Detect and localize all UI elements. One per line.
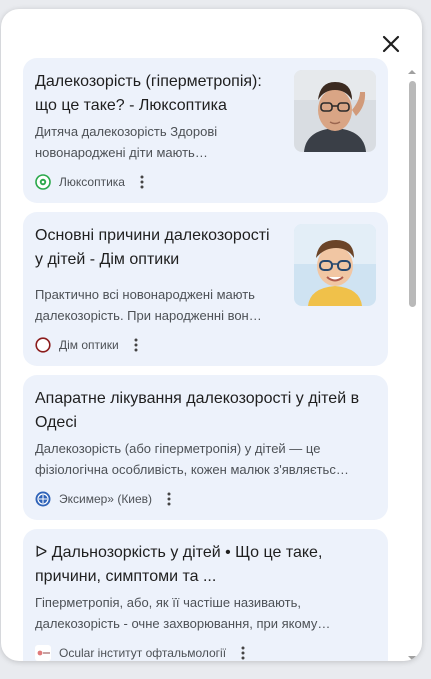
result-snippet: Гіперметропія, або, як її частіше назива… bbox=[35, 595, 331, 631]
scrollbar-thumb[interactable] bbox=[409, 81, 416, 307]
source-name: Эксимер» (Киев) bbox=[59, 492, 153, 506]
scrollbar[interactable] bbox=[406, 67, 418, 661]
result-card[interactable]: Апаратне лікування далекозорості у дітей… bbox=[23, 375, 388, 520]
boy-with-glasses-image[interactable] bbox=[294, 224, 376, 306]
source-name: Дім оптики bbox=[59, 338, 119, 352]
source-name: Люксоптика bbox=[59, 175, 125, 189]
result-source: Ocular інститут офтальмології bbox=[35, 643, 250, 661]
man-adjusting-glasses-image[interactable] bbox=[294, 70, 376, 152]
more-vert-icon[interactable] bbox=[236, 644, 250, 661]
result-title[interactable]: Основні причини далекозорості у дітей - … bbox=[35, 224, 281, 272]
result-source: Эксимер» (Киев) bbox=[35, 489, 176, 509]
scroll-down-arrow-icon[interactable] bbox=[406, 653, 418, 661]
results-dialog: Далекозорість (гіперметропія): що це так… bbox=[1, 9, 422, 661]
result-source: Люксоптика bbox=[35, 172, 149, 192]
close-button[interactable] bbox=[374, 27, 408, 61]
result-card[interactable]: Далекозорість (гіперметропія): що це так… bbox=[23, 58, 388, 203]
result-snippet: Дитяча далекозорість Здорові новонародже… bbox=[35, 124, 218, 160]
dim-optyky-logo-icon bbox=[35, 337, 51, 353]
more-vert-icon[interactable] bbox=[129, 336, 143, 354]
more-vert-icon[interactable] bbox=[135, 173, 149, 191]
luxoptica-logo-icon bbox=[35, 174, 51, 190]
result-title[interactable]: Далекозорість (гіперметропія): що це так… bbox=[35, 70, 281, 118]
more-vert-icon[interactable] bbox=[162, 490, 176, 508]
result-source: Дім оптики bbox=[35, 335, 143, 355]
eximer-logo-icon bbox=[35, 491, 51, 507]
result-snippet: Далекозорість (або гіперметропія) у діте… bbox=[35, 441, 349, 477]
result-title[interactable]: ᐅ Дальнозоркість у дітей • Що це таке, п… bbox=[35, 541, 375, 589]
result-snippet: Практично всі новонароджені мають далеко… bbox=[35, 287, 262, 323]
result-card[interactable]: Основні причини далекозорості у дітей - … bbox=[23, 212, 388, 366]
result-card[interactable]: ᐅ Дальнозоркість у дітей • Що це таке, п… bbox=[23, 529, 388, 661]
result-title[interactable]: Апаратне лікування далекозорості у дітей… bbox=[35, 387, 375, 435]
scroll-up-arrow-icon[interactable] bbox=[406, 67, 418, 77]
source-name: Ocular інститут офтальмології bbox=[59, 646, 227, 660]
close-icon bbox=[382, 35, 400, 53]
ocular-logo-icon bbox=[35, 645, 51, 661]
